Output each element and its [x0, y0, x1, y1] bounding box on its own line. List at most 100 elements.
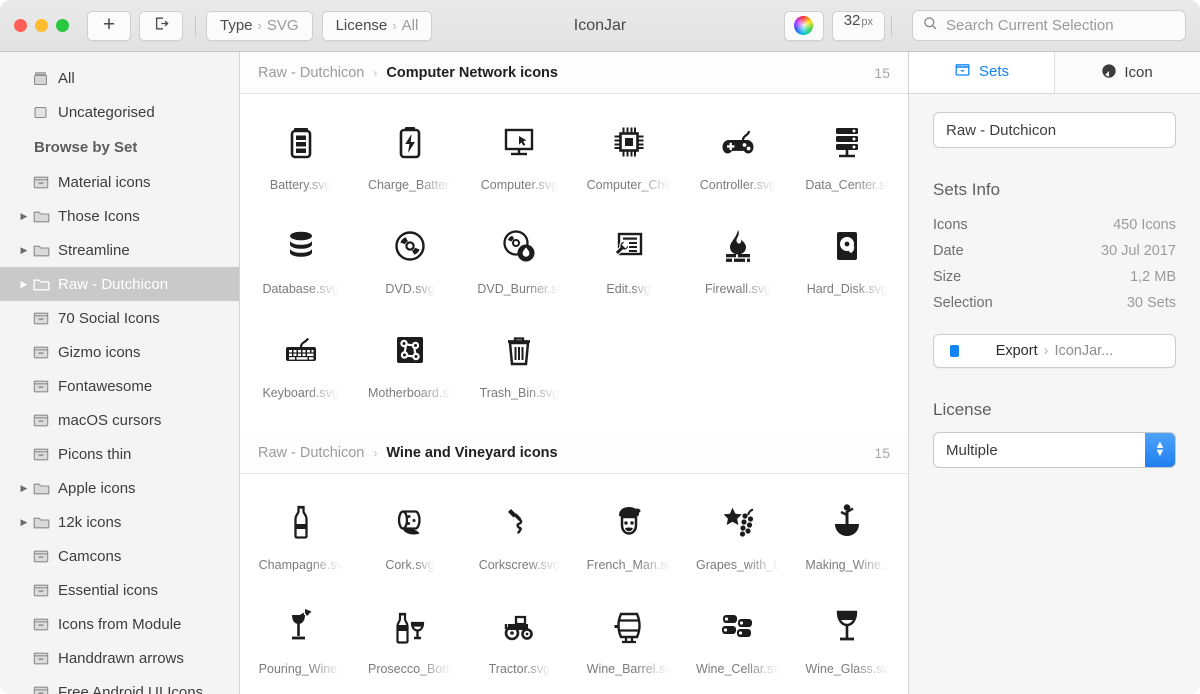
motherboard-icon: [386, 326, 434, 374]
sidebar-item-all[interactable]: All: [0, 61, 239, 95]
icon-cell[interactable]: Motherboard.svg: [355, 316, 464, 420]
export-format-icon: [950, 345, 959, 357]
icon-cell[interactable]: Wine_Barrel.svg: [574, 592, 683, 694]
icon-cell[interactable]: Corkscrew.svg: [465, 488, 574, 592]
trash-bin-icon: [495, 326, 543, 374]
icon-cell[interactable]: DVD_Burner.svg: [465, 212, 574, 316]
icon-filename: DVD.svg: [385, 282, 435, 296]
license-filter-button[interactable]: License › All: [321, 10, 433, 41]
tab-sets[interactable]: Sets: [909, 52, 1054, 93]
maximize-window-button[interactable]: [56, 19, 69, 32]
disclosure-triangle-icon[interactable]: ▶: [16, 483, 32, 494]
add-button[interactable]: +: [87, 10, 131, 41]
breadcrumb-parent[interactable]: Raw - Dutchicon: [258, 445, 364, 461]
icon-cell[interactable]: Prosecco_Bottle.svg: [355, 592, 464, 694]
sidebar-item-raw-dutchicon[interactable]: ▶ Raw - Dutchicon: [0, 267, 239, 301]
close-window-button[interactable]: [14, 19, 27, 32]
sidebar[interactable]: All Uncategorised Browse by Set Material ic…: [0, 52, 240, 694]
icon-cell[interactable]: Cork.svg: [355, 488, 464, 592]
inspector-tabs[interactable]: Sets Icon: [909, 52, 1200, 94]
sidebar-item-essential-icons[interactable]: Essential icons: [0, 573, 239, 607]
minimize-window-button[interactable]: [35, 19, 48, 32]
icon-filename: Tractor.svg: [488, 662, 550, 676]
icon-cell[interactable]: Database.svg: [246, 212, 355, 316]
icon-size-button[interactable]: 32 px: [831, 10, 885, 41]
sidebar-item-label: Streamline: [58, 241, 130, 259]
sidebar-item-gizmo-icons[interactable]: Gizmo icons: [0, 335, 239, 369]
icon-cell[interactable]: Controller.svg: [683, 108, 792, 212]
cork-icon: [386, 498, 434, 546]
search-input[interactable]: [946, 17, 1175, 34]
icon-filename: DVD_Burner.svg: [477, 282, 562, 296]
icon-cell[interactable]: Pouring_Wine.svg: [246, 592, 355, 694]
icon-cell[interactable]: Computer_Chip.svg: [574, 108, 683, 212]
disclosure-triangle-icon[interactable]: ▶: [16, 517, 32, 528]
info-row: Date 30 Jul 2017: [933, 238, 1176, 264]
icon-cell[interactable]: Grapes_with_Leaf.svg: [683, 488, 792, 592]
icon-cell[interactable]: Making_Wine.svg: [793, 488, 902, 592]
icon-cell[interactable]: Computer.svg: [465, 108, 574, 212]
icon-cell[interactable]: Wine_Glass.svg: [793, 592, 902, 694]
sidebar-item-icons-from-module[interactable]: Icons from Module: [0, 607, 239, 641]
sidebar-item-free-android-ui-icons[interactable]: Free Android UI Icons: [0, 675, 239, 694]
color-picker-button[interactable]: [783, 10, 824, 41]
wine-barrel-icon: [605, 602, 653, 650]
set-name-field[interactable]: Raw - Dutchicon: [933, 112, 1176, 148]
sidebar-item-macos-cursors[interactable]: macOS cursors: [0, 403, 239, 437]
license-stepper-icon[interactable]: ▲ ▼: [1145, 433, 1175, 467]
set-icon: [32, 582, 58, 599]
section-header: Raw - Dutchicon › Computer Network icons 15: [240, 52, 908, 94]
folder-icon: [32, 514, 58, 531]
icon-cell[interactable]: DVD.svg: [355, 212, 464, 316]
icon-cell[interactable]: Wine_Cellar.svg: [683, 592, 792, 694]
icon-cell[interactable]: Tractor.svg: [465, 592, 574, 694]
sets-info-list: Icons 450 Icons Date 30 Jul 2017 Size 1,2 MB S…: [933, 212, 1176, 316]
icon-cell[interactable]: Data_Center.svg: [793, 108, 902, 212]
disclosure-triangle-icon[interactable]: ▶: [16, 279, 32, 290]
sidebar-item-handdrawn-arrows[interactable]: Handdrawn arrows: [0, 641, 239, 675]
sidebar-item-streamline[interactable]: ▶ Streamline: [0, 233, 239, 267]
sidebar-item-70-social-icons[interactable]: 70 Social Icons: [0, 301, 239, 335]
sidebar-item-label: Apple icons: [58, 479, 136, 497]
sets-info-heading: Sets Info: [933, 180, 1001, 199]
icon-cell[interactable]: Firewall.svg: [683, 212, 792, 316]
license-selected-value: Multiple: [946, 441, 998, 459]
sidebar-item-material-icons[interactable]: Material icons: [0, 165, 239, 199]
icon-cell[interactable]: Battery.svg: [246, 108, 355, 212]
export-button[interactable]: [139, 10, 183, 41]
license-select[interactable]: Multiple ▲ ▼: [933, 432, 1176, 468]
breadcrumb-parent[interactable]: Raw - Dutchicon: [258, 65, 364, 81]
icon-cell[interactable]: Trash_Bin.svg: [465, 316, 574, 420]
sidebar-item-12k-icons[interactable]: ▶ 12k icons: [0, 505, 239, 539]
firewall-icon: [714, 222, 762, 270]
icon-filename: Wine_Cellar.svg: [695, 662, 780, 676]
search-box[interactable]: [912, 10, 1186, 41]
sidebar-item-fontawesome[interactable]: Fontawesome: [0, 369, 239, 403]
icon-filename: Controller.svg: [699, 178, 777, 192]
icon-filename: Data_Center.svg: [805, 178, 890, 192]
export-label: Export: [995, 343, 1038, 359]
type-filter-button[interactable]: Type › SVG: [206, 10, 313, 41]
export-to-iconjar-button[interactable]: Export › IconJar...: [933, 334, 1176, 368]
sidebar-item-camcons[interactable]: Camcons: [0, 539, 239, 573]
sidebar-item-those-icons[interactable]: ▶ Those Icons: [0, 199, 239, 233]
tab-icon[interactable]: Icon: [1054, 52, 1200, 93]
icon-cell[interactable]: Keyboard.svg: [246, 316, 355, 420]
icon-browser[interactable]: Raw - Dutchicon › Computer Network icons 15…: [240, 52, 908, 694]
icon-cell[interactable]: Champagne.svg: [246, 488, 355, 592]
sidebar-item-picons-thin[interactable]: Picons thin: [0, 437, 239, 471]
sidebar-item-label: Uncategorised: [58, 103, 155, 121]
license-filter-separator: ›: [392, 18, 397, 33]
cpu-chip-icon: [605, 118, 653, 166]
sidebar-item-apple-icons[interactable]: ▶ Apple icons: [0, 471, 239, 505]
set-icon: [32, 378, 58, 395]
disclosure-triangle-icon[interactable]: ▶: [16, 245, 32, 256]
disclosure-triangle-icon[interactable]: ▶: [16, 211, 32, 222]
icon-cell[interactable]: French_Man.svg: [574, 488, 683, 592]
icon-cell[interactable]: Hard_Disk.svg: [793, 212, 902, 316]
icon-cell[interactable]: Edit.svg: [574, 212, 683, 316]
icon-cell[interactable]: Charge_Battery.svg: [355, 108, 464, 212]
data-center-icon: [823, 118, 871, 166]
sidebar-item-uncategorised[interactable]: Uncategorised: [0, 95, 239, 129]
folder-icon: [32, 480, 58, 497]
